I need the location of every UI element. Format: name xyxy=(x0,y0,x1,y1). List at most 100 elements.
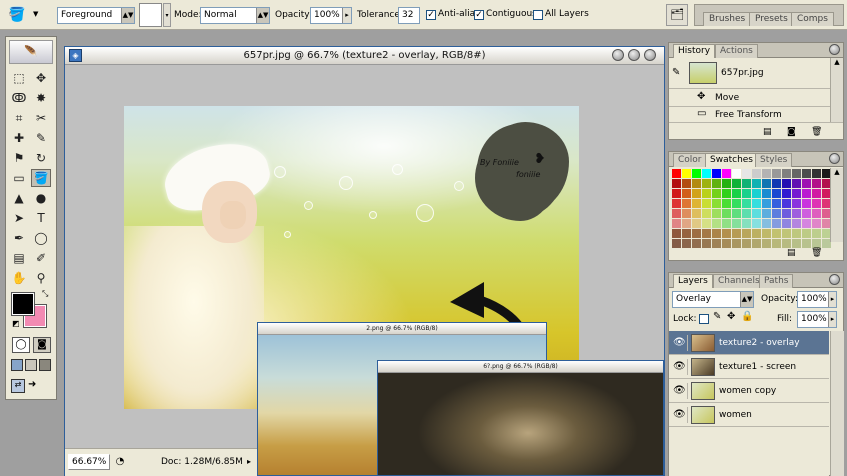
color-swatch[interactable] xyxy=(782,209,791,218)
color-swatch[interactable] xyxy=(712,219,721,228)
lock-transparency-checkbox[interactable] xyxy=(699,314,709,324)
color-swatch[interactable] xyxy=(802,189,811,198)
color-swatch[interactable] xyxy=(682,239,691,248)
history-item[interactable]: ▭ Free Transform xyxy=(669,107,843,123)
color-swatch[interactable] xyxy=(802,199,811,208)
mode-select[interactable]: Normal ▲▼ xyxy=(200,7,270,24)
status-arrow-icon[interactable]: ▸ xyxy=(247,457,251,466)
color-swatch[interactable] xyxy=(772,239,781,248)
history-snapshot-row[interactable]: ✎ 657pr.jpg xyxy=(669,59,843,89)
color-swatch[interactable] xyxy=(792,179,801,188)
move-tool-icon[interactable]: ✥ xyxy=(31,69,51,87)
layer-row[interactable]: 👁 women copy xyxy=(669,379,829,403)
history-item[interactable]: ✥ Move xyxy=(669,89,843,107)
color-swatch[interactable] xyxy=(702,219,711,228)
minimize-button[interactable] xyxy=(612,49,624,61)
color-swatch[interactable] xyxy=(782,229,791,238)
stamp-tool-icon[interactable]: ⚑ xyxy=(9,149,29,167)
palette-well-tab-presets[interactable]: Presets xyxy=(749,12,794,26)
color-swatch[interactable] xyxy=(772,229,781,238)
color-swatch[interactable] xyxy=(772,189,781,198)
color-swatch[interactable] xyxy=(762,169,771,178)
color-swatch[interactable] xyxy=(692,199,701,208)
color-swatch[interactable] xyxy=(812,229,821,238)
color-swatch[interactable] xyxy=(712,169,721,178)
hand-tool-icon[interactable]: ✋ xyxy=(9,269,29,287)
palette-well-tab-brushes[interactable]: Brushes xyxy=(703,12,752,26)
float-window-image[interactable] xyxy=(378,373,663,475)
color-swatch[interactable] xyxy=(712,209,721,218)
blur-tool-icon[interactable]: ▲ xyxy=(9,189,29,207)
status-options-icon[interactable]: ◔ xyxy=(113,454,127,470)
color-swatch[interactable] xyxy=(722,169,731,178)
color-swatch[interactable] xyxy=(762,229,771,238)
color-swatch[interactable] xyxy=(792,199,801,208)
new-swatch-icon[interactable]: ▤ xyxy=(787,248,796,258)
history-scrollbar[interactable]: ▲ xyxy=(830,58,843,122)
palette-menu-button[interactable] xyxy=(829,274,840,285)
layer-visibility-eye-icon[interactable]: 👁 xyxy=(673,385,686,396)
color-swatch[interactable] xyxy=(802,169,811,178)
color-swatch[interactable] xyxy=(812,179,821,188)
color-swatch[interactable] xyxy=(812,239,821,248)
color-swatch[interactable] xyxy=(752,189,761,198)
screen-mode-full-icon[interactable] xyxy=(39,359,51,371)
color-swatch[interactable] xyxy=(712,179,721,188)
color-swatch[interactable] xyxy=(712,229,721,238)
color-swatch[interactable] xyxy=(742,179,751,188)
color-swatch[interactable] xyxy=(812,219,821,228)
color-swatch[interactable] xyxy=(812,189,821,198)
color-swatch[interactable] xyxy=(752,179,761,188)
anti-alias-checkbox[interactable]: ✓ xyxy=(426,10,436,20)
color-swatch[interactable] xyxy=(682,189,691,198)
color-swatch[interactable] xyxy=(752,199,761,208)
magic-wand-tool-icon[interactable]: ✸ xyxy=(31,89,51,107)
color-swatch[interactable] xyxy=(812,209,821,218)
color-swatch[interactable] xyxy=(772,179,781,188)
crop-tool-icon[interactable]: ⌗ xyxy=(9,109,29,127)
layer-link-cell[interactable] xyxy=(687,383,688,399)
color-swatch[interactable] xyxy=(762,189,771,198)
color-swatch[interactable] xyxy=(742,229,751,238)
color-swatch[interactable] xyxy=(702,239,711,248)
color-swatch[interactable] xyxy=(722,189,731,198)
color-swatch[interactable] xyxy=(732,189,741,198)
color-swatch[interactable] xyxy=(742,169,751,178)
color-swatch[interactable] xyxy=(692,189,701,198)
maximize-button[interactable] xyxy=(628,49,640,61)
palette-menu-button[interactable] xyxy=(829,44,840,55)
foreground-color-swatch[interactable] xyxy=(11,292,35,316)
swap-colors-icon[interactable]: ⤡ xyxy=(42,289,48,299)
color-swatch[interactable] xyxy=(762,179,771,188)
color-swatch[interactable] xyxy=(782,169,791,178)
color-swatch[interactable] xyxy=(672,169,681,178)
palette-menu-button[interactable] xyxy=(829,153,840,164)
color-swatch[interactable] xyxy=(682,209,691,218)
color-swatch[interactable] xyxy=(762,239,771,248)
color-swatch[interactable] xyxy=(672,199,681,208)
color-swatch[interactable] xyxy=(692,209,701,218)
color-swatch[interactable] xyxy=(682,219,691,228)
color-swatch[interactable] xyxy=(742,239,751,248)
color-swatch[interactable] xyxy=(712,239,721,248)
imageready-arrow-icon[interactable]: ➜ xyxy=(28,379,50,393)
delete-swatch-icon[interactable]: 🗑 xyxy=(811,248,822,258)
tab-color[interactable]: Color xyxy=(673,153,707,167)
color-swatch[interactable] xyxy=(782,239,791,248)
eraser-tool-icon[interactable]: ▭ xyxy=(9,169,29,187)
layer-link-cell[interactable] xyxy=(687,359,688,375)
screen-mode-standard-icon[interactable] xyxy=(11,359,23,371)
lock-all-icon[interactable]: 🔒 xyxy=(741,311,753,322)
color-swatch[interactable] xyxy=(702,189,711,198)
color-swatch[interactable] xyxy=(702,179,711,188)
color-swatch[interactable] xyxy=(732,179,741,188)
standard-mode-icon[interactable]: ◯ xyxy=(12,337,30,353)
document-title-bar[interactable]: ◈ 657pr.jpg @ 66.7% (texture2 - overlay,… xyxy=(65,47,664,65)
pattern-picker[interactable] xyxy=(139,3,162,27)
color-swatch[interactable] xyxy=(692,179,701,188)
color-swatch[interactable] xyxy=(752,219,761,228)
lock-image-brush-icon[interactable]: ✎ xyxy=(713,311,721,322)
color-swatch[interactable] xyxy=(792,169,801,178)
pattern-picker-arrow-icon[interactable]: ▾ xyxy=(163,3,171,27)
color-swatch[interactable] xyxy=(732,169,741,178)
